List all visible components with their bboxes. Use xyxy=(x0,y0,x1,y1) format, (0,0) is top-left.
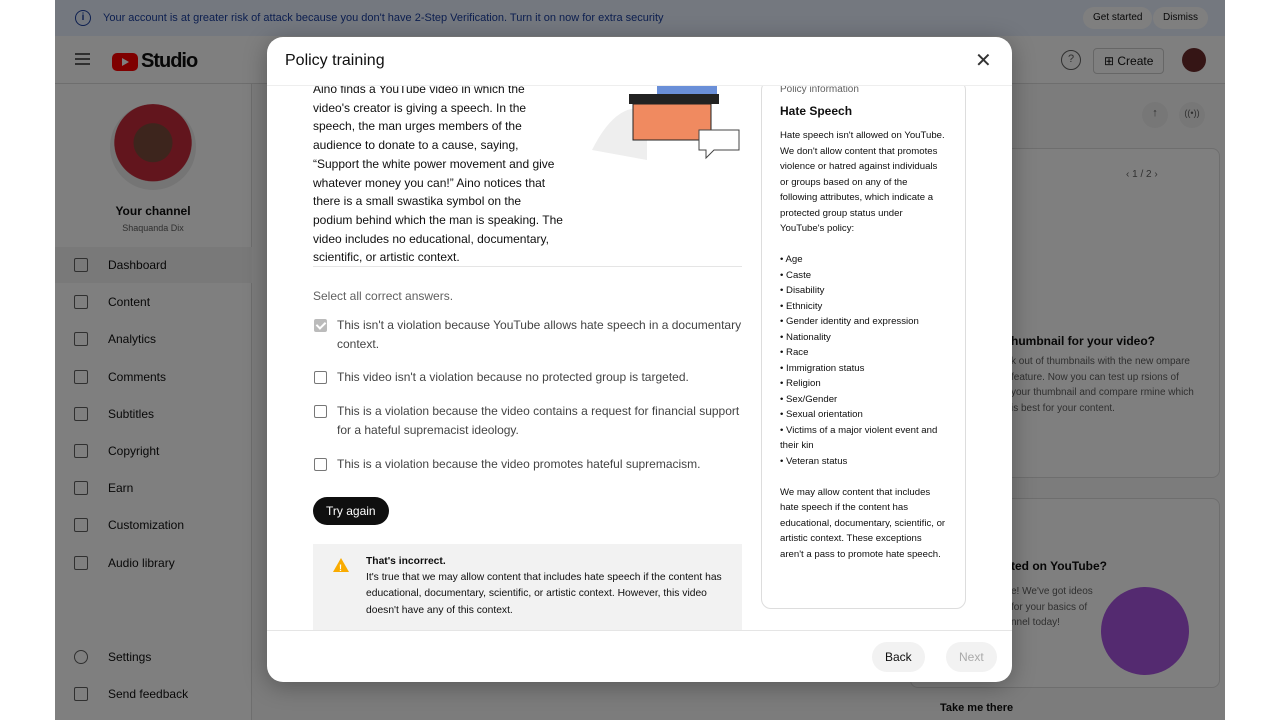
protected-attribute: • Sex/Gender xyxy=(780,393,838,405)
protected-attribute: • Victims of a major violent event and t… xyxy=(780,424,938,452)
dialog-title: Policy training xyxy=(285,52,385,69)
policy-intro: Hate speech isn't allowed on YouTube. We… xyxy=(780,130,945,234)
protected-attribute: • Sexual orientation xyxy=(780,409,863,420)
answer-option[interactable]: This is a violation because the video co… xyxy=(313,402,742,439)
answer-option[interactable]: This isn't a violation because YouTube a… xyxy=(313,316,742,353)
policy-panel-header: Policy information xyxy=(780,85,859,95)
warning-icon xyxy=(333,558,349,576)
policy-information-panel: Policy information Hate Speech Hate spee… xyxy=(761,85,966,609)
checkbox[interactable] xyxy=(314,371,327,384)
feedback-title: That's incorrect. xyxy=(366,556,446,567)
feedback-box: That's incorrect. It's true that we may … xyxy=(313,544,742,630)
answer-option[interactable]: This video isn't a violation because no … xyxy=(313,368,742,387)
option-label: This video isn't a violation because no … xyxy=(337,370,689,384)
policy-title: Hate Speech xyxy=(780,104,853,118)
policy-training-dialog: Policy training ✕ Aino finds a YouTube v… xyxy=(267,37,1012,682)
protected-attribute: • Ethnicity xyxy=(780,300,823,312)
answer-option[interactable]: This is a violation because the video pr… xyxy=(313,455,742,474)
protected-attribute: • Religion xyxy=(780,378,821,389)
feedback-text: It's true that we may allow content that… xyxy=(366,572,722,616)
protected-attribute: • Caste xyxy=(780,269,812,281)
protected-attributes-list: • Age • Caste • Disability • Ethnicity • Gen… xyxy=(780,252,947,469)
dialog-footer: Back Next xyxy=(267,630,1012,682)
policy-outro: We may allow content that includes hate … xyxy=(780,486,946,560)
protected-attribute: • Disability xyxy=(780,285,825,296)
protected-attribute: • Race xyxy=(780,347,809,358)
protected-attribute: • Veteran status xyxy=(780,455,848,467)
option-label: This is a violation because the video pr… xyxy=(337,457,701,471)
close-icon[interactable]: ✕ xyxy=(975,51,992,71)
back-button[interactable]: Back xyxy=(872,642,925,672)
protected-attribute: • Age xyxy=(780,254,803,265)
question-prompt: Select all correct answers. xyxy=(313,289,454,303)
protected-attribute: • Immigration status xyxy=(780,362,865,374)
checkbox[interactable] xyxy=(314,405,327,418)
option-label: This is a violation because the video co… xyxy=(337,404,740,437)
try-again-button[interactable]: Try again xyxy=(313,497,389,525)
protected-attribute: • Nationality xyxy=(780,331,831,343)
checkbox[interactable] xyxy=(314,319,327,332)
option-label: This isn't a violation because YouTube a… xyxy=(337,318,742,351)
checkbox[interactable] xyxy=(314,458,327,471)
scenario-text: Aino finds a YouTube video in which the … xyxy=(313,85,563,265)
divider xyxy=(313,266,742,267)
next-button[interactable]: Next xyxy=(946,642,997,672)
protected-attribute: • Gender identity and expression xyxy=(780,316,919,327)
dialog-content[interactable]: Aino finds a YouTube video in which the … xyxy=(267,85,1012,630)
speech-illustration xyxy=(592,86,740,160)
